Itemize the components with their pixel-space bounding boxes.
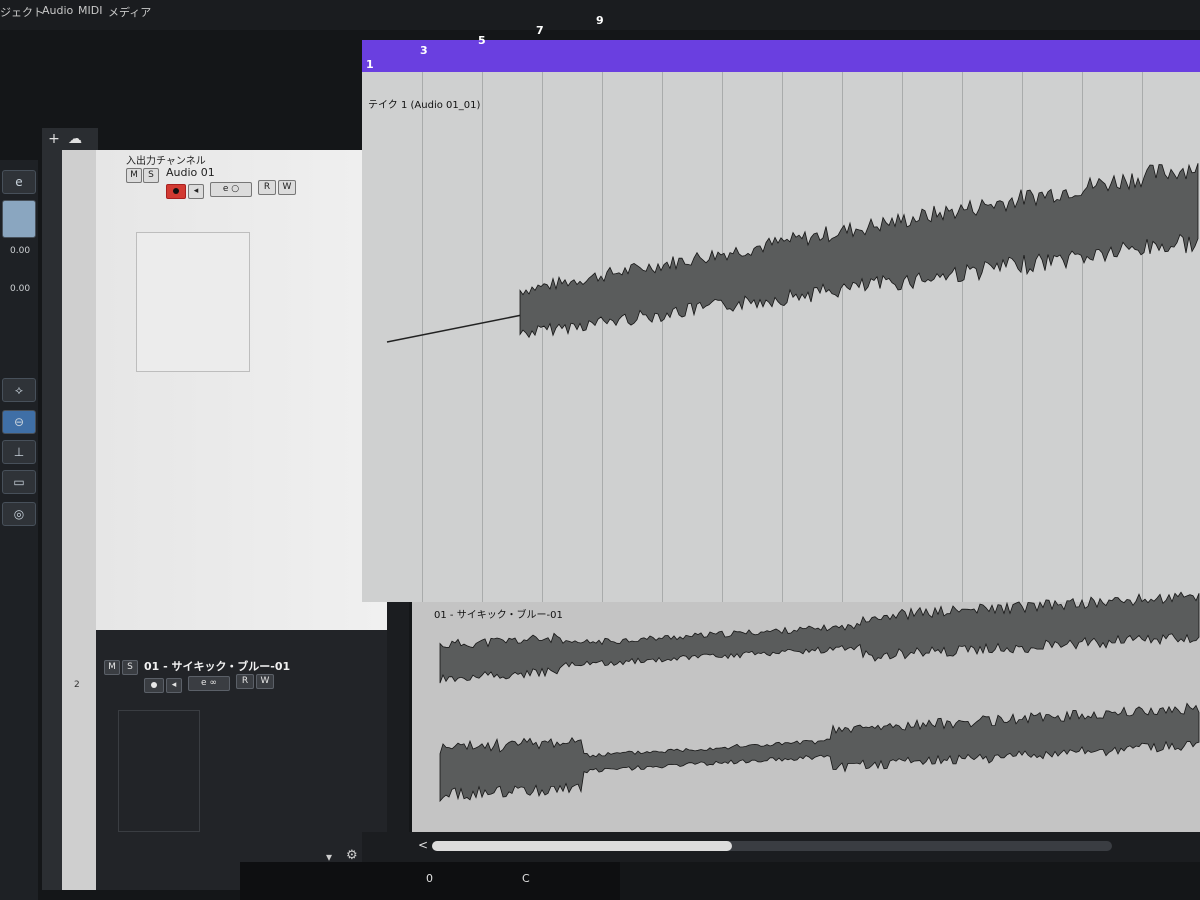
status-item: C	[522, 872, 530, 885]
track-audio-01[interactable]: 入出力チャンネル M S Audio 01 ◂ e ○ R W	[96, 150, 387, 630]
audio-event-01[interactable]: 01 - サイキック・ブルー-01	[412, 591, 1200, 832]
track-name[interactable]: 01 - サイキック・ブルー-01	[144, 658, 290, 674]
track-picture[interactable]	[118, 710, 200, 832]
menu-midi[interactable]: MIDI	[78, 4, 102, 17]
bar-7: 7	[536, 24, 544, 37]
gear-icon[interactable]: ⚙	[346, 848, 358, 863]
insert-icon[interactable]: ⊖	[2, 410, 36, 434]
edit-icon[interactable]: e	[2, 170, 36, 194]
edit-channel-button[interactable]: e ∞	[188, 676, 230, 691]
record-icon	[151, 681, 157, 688]
menu-audio[interactable]: Audio	[42, 4, 73, 17]
waveform	[386, 163, 1199, 343]
record-button[interactable]	[166, 184, 186, 199]
monitor-icon[interactable]: ◂	[166, 678, 182, 693]
track-number-column: 2	[62, 150, 96, 890]
track-name[interactable]: Audio 01	[166, 166, 215, 179]
track-saikikku-blue[interactable]: M S 01 - サイキック・ブルー-01 ◂ e ∞ R W ▾ ⚙	[96, 630, 387, 890]
mute-button[interactable]: M	[126, 168, 142, 183]
plus-icon[interactable]: +	[45, 131, 63, 147]
track-list: 2 入出力チャンネル M S Audio 01 ◂ e ○ R W M S 01…	[42, 150, 387, 890]
bar-9: 9	[596, 14, 604, 27]
read-button[interactable]: R	[258, 180, 276, 195]
edit-channel-button[interactable]: e ○	[210, 182, 252, 197]
record-icon	[173, 187, 179, 194]
menu-project[interactable]: ジェクト	[0, 4, 44, 20]
menu-media[interactable]: メディア	[108, 4, 151, 20]
left-zone-strip: e 0.00 0.00 ⟡ ⊖ ⊥ ▭ ◎	[0, 160, 38, 900]
read-button[interactable]: R	[236, 674, 254, 689]
horizontal-scrollbar[interactable]: <	[362, 832, 1200, 862]
scroll-left-icon[interactable]: <	[418, 838, 428, 852]
bar-5: 5	[478, 34, 486, 47]
status-item: 0	[426, 872, 433, 885]
send-icon[interactable]: ⊥	[2, 440, 36, 464]
bar-1: 1	[366, 58, 374, 71]
eq-icon[interactable]: ⟡	[2, 378, 36, 402]
bar-3: 3	[420, 44, 428, 57]
volume-value: 0.00	[10, 246, 31, 256]
pan-value: 0.00	[10, 284, 31, 294]
tracklist-toolbar: + ☁	[42, 128, 98, 150]
audio-event-take1[interactable]: テイク 1 (Audio 01_01)	[362, 72, 1200, 602]
settings-icon[interactable]: ◎	[2, 502, 36, 526]
scroll-track[interactable]	[432, 841, 1112, 851]
folder-label: 入出力チャンネル	[126, 156, 206, 167]
track-number-2: 2	[74, 680, 80, 690]
record-button[interactable]	[144, 678, 164, 693]
waveform	[439, 591, 1200, 803]
solo-button[interactable]: S	[143, 168, 159, 183]
fader-handle[interactable]	[2, 200, 36, 238]
monitor-icon[interactable]: ◂	[188, 184, 204, 199]
track-picture[interactable]	[136, 232, 250, 372]
write-button[interactable]: W	[278, 180, 296, 195]
status-bar: 0 C	[240, 862, 620, 900]
mute-button[interactable]: M	[104, 660, 120, 675]
timeline-ruler[interactable]: 1 3 5 7 9	[362, 14, 1200, 72]
scroll-thumb[interactable]	[432, 841, 732, 851]
cloud-icon[interactable]: ☁	[66, 131, 84, 147]
solo-button[interactable]: S	[122, 660, 138, 675]
channel-icon[interactable]: ▭	[2, 470, 36, 494]
write-button[interactable]: W	[256, 674, 274, 689]
